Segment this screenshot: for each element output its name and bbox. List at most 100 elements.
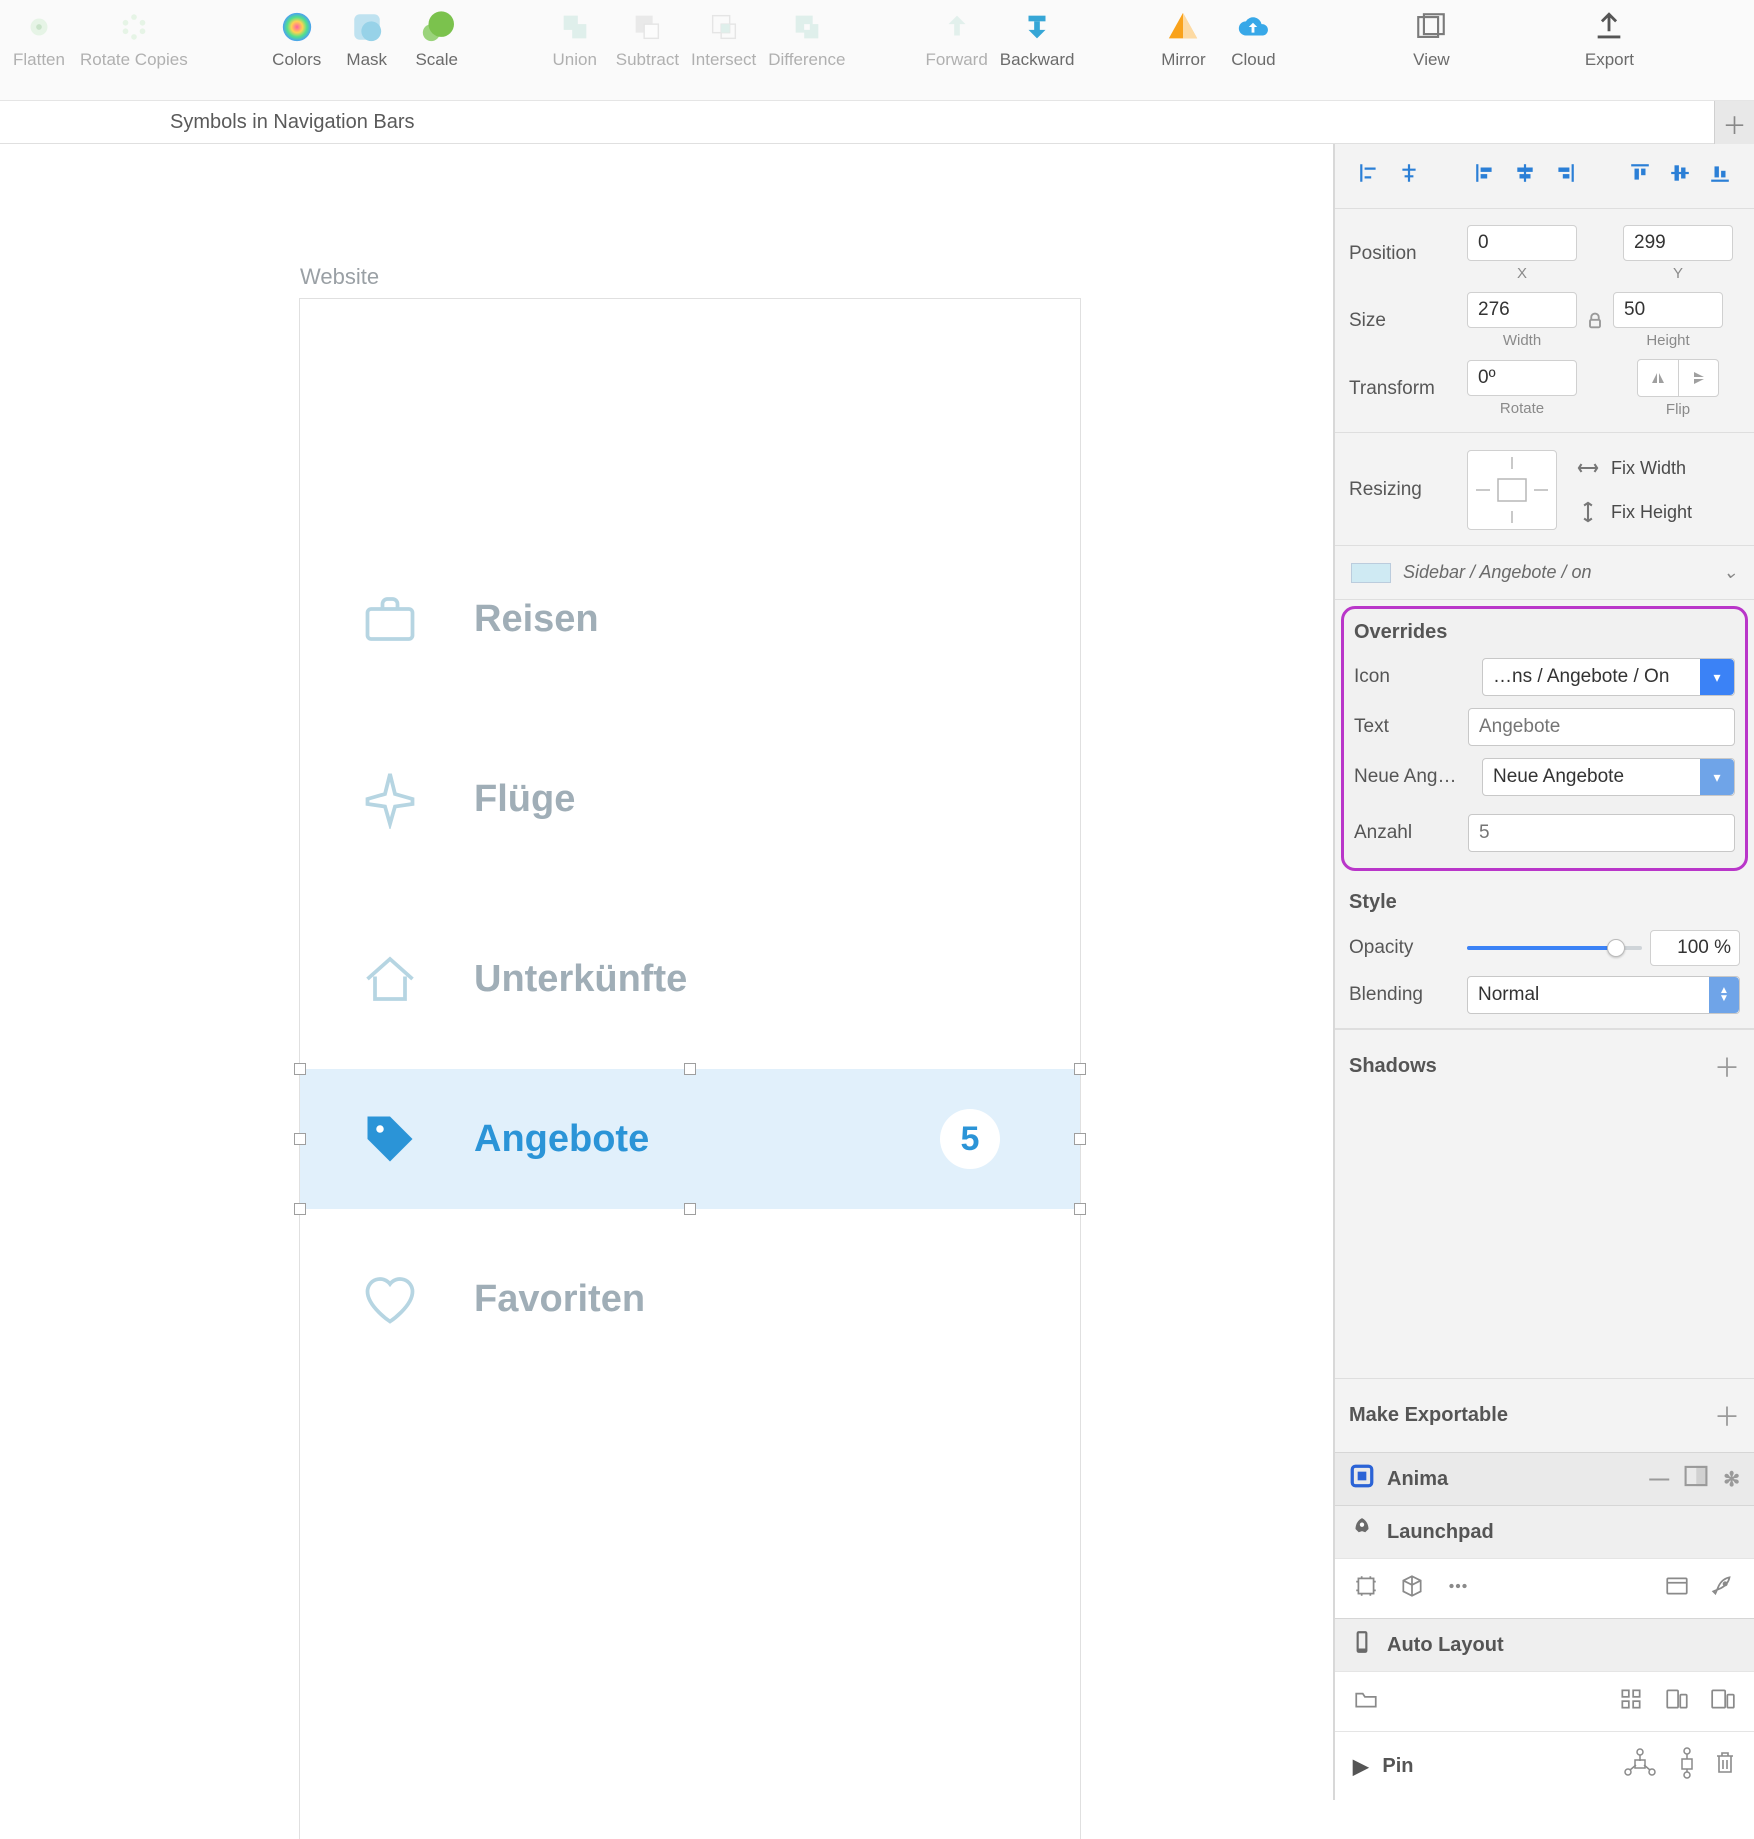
autolayout-panel-header[interactable]: Auto Layout bbox=[1335, 1618, 1754, 1671]
union-button[interactable]: Union bbox=[546, 10, 604, 90]
resizing-constraints-control[interactable] bbox=[1467, 450, 1557, 530]
canvas[interactable]: Website Reisen Flüge Unterkünfte Angebot… bbox=[0, 144, 1334, 1800]
override-icon-value: …ns / Angebote / On bbox=[1493, 666, 1669, 688]
override-icon-select[interactable]: …ns / Angebote / On ▾ bbox=[1482, 658, 1735, 696]
symbol-selector[interactable]: Sidebar / Angebote / on ⌄ bbox=[1349, 560, 1740, 585]
artboard-icon[interactable] bbox=[1353, 1573, 1379, 1604]
rotate-copies-button[interactable]: Rotate Copies bbox=[80, 10, 188, 90]
export-label: Export bbox=[1585, 50, 1634, 70]
mask-icon bbox=[350, 10, 384, 44]
more-icon[interactable] bbox=[1445, 1573, 1471, 1604]
forward-icon bbox=[940, 10, 974, 44]
nav-label: Unterkünfte bbox=[474, 958, 687, 1001]
browser-icon[interactable] bbox=[1664, 1573, 1690, 1604]
launchpad-panel-header[interactable]: Launchpad bbox=[1335, 1505, 1754, 1558]
panel-toggle-icon[interactable] bbox=[1683, 1463, 1709, 1495]
size-label: Size bbox=[1349, 310, 1459, 332]
flip-group bbox=[1637, 359, 1719, 397]
rocket-icon bbox=[1349, 1516, 1375, 1548]
breadcrumb[interactable]: Symbols in Navigation Bars bbox=[170, 111, 415, 134]
override-anzahl-input[interactable] bbox=[1468, 814, 1735, 852]
lock-aspect-icon[interactable] bbox=[1585, 311, 1605, 331]
blending-value: Normal bbox=[1478, 984, 1539, 1006]
difference-button[interactable]: Difference bbox=[768, 10, 845, 90]
fix-height-toggle[interactable]: Fix Height bbox=[1575, 493, 1692, 531]
override-text-input[interactable] bbox=[1468, 708, 1735, 746]
blending-select[interactable]: Normal▲▼ bbox=[1467, 976, 1740, 1014]
intersect-button[interactable]: Intersect bbox=[691, 10, 756, 90]
shadows-section-toggle[interactable]: Shadows ＋ bbox=[1335, 1029, 1754, 1103]
size-width-input[interactable] bbox=[1467, 292, 1577, 328]
plus-icon: ＋ bbox=[1714, 1048, 1740, 1085]
mirror-button[interactable]: Mirror bbox=[1154, 10, 1212, 90]
align-hcenter-button[interactable] bbox=[1389, 156, 1429, 190]
rocket-small-icon[interactable] bbox=[1710, 1573, 1736, 1604]
nav-item-unterkuenfte[interactable]: Unterkünfte bbox=[300, 889, 1080, 1069]
caret-down-icon: ▾ bbox=[1700, 659, 1734, 695]
opacity-slider[interactable] bbox=[1467, 946, 1642, 950]
flatten-button[interactable]: Flatten bbox=[10, 10, 68, 90]
view-button[interactable]: View bbox=[1402, 10, 1460, 90]
add-page-button[interactable]: ＋ bbox=[1714, 101, 1754, 145]
scale-icon bbox=[420, 10, 454, 44]
anima-panel-header[interactable]: Anima — ✻ bbox=[1335, 1452, 1754, 1505]
backward-button[interactable]: Backward bbox=[1000, 10, 1075, 90]
align-vcenter-button[interactable] bbox=[1660, 156, 1700, 190]
grid-icon[interactable] bbox=[1618, 1686, 1644, 1717]
align-bottom-button[interactable] bbox=[1700, 156, 1740, 190]
folder-icon[interactable] bbox=[1353, 1686, 1379, 1717]
flip-vertical-button[interactable] bbox=[1678, 360, 1718, 396]
export-button[interactable]: Export bbox=[1580, 10, 1638, 90]
pin-center-icon[interactable] bbox=[1674, 1746, 1700, 1786]
nav-item-fluege[interactable]: Flüge bbox=[300, 709, 1080, 889]
caret-down-icon: ▾ bbox=[1700, 759, 1734, 795]
nav-label: Reisen bbox=[474, 598, 599, 641]
align-left-edge-button[interactable] bbox=[1465, 156, 1505, 190]
backward-label: Backward bbox=[1000, 50, 1075, 70]
transform-label: Transform bbox=[1349, 378, 1459, 400]
fix-width-label: Fix Width bbox=[1611, 458, 1686, 479]
tablet-phone-icon[interactable] bbox=[1710, 1686, 1736, 1717]
symbol-section: Sidebar / Angebote / on ⌄ bbox=[1335, 546, 1754, 600]
devices-icon[interactable] bbox=[1664, 1686, 1690, 1717]
colors-icon bbox=[280, 10, 314, 44]
nav-item-angebote[interactable]: Angebote 5 bbox=[300, 1069, 1080, 1209]
cube-icon[interactable] bbox=[1399, 1573, 1425, 1604]
nav-item-favoriten[interactable]: Favoriten bbox=[300, 1209, 1080, 1389]
pin-section[interactable]: ▶ Pin bbox=[1335, 1731, 1754, 1800]
colors-button[interactable]: Colors bbox=[268, 10, 326, 90]
overrides-title: Overrides bbox=[1354, 621, 1735, 644]
position-y-input[interactable] bbox=[1623, 225, 1733, 261]
play-icon: ▶ bbox=[1353, 1754, 1368, 1779]
rotate-input[interactable] bbox=[1467, 360, 1577, 396]
pin-graph-icon[interactable] bbox=[1620, 1746, 1660, 1786]
nav-item-reisen[interactable]: Reisen bbox=[300, 529, 1080, 709]
badge-count: 5 bbox=[940, 1109, 1000, 1169]
align-left-button[interactable] bbox=[1349, 156, 1389, 190]
opacity-input[interactable] bbox=[1650, 930, 1740, 966]
size-height-input[interactable] bbox=[1613, 292, 1723, 328]
scale-button[interactable]: Scale bbox=[408, 10, 466, 90]
forward-button[interactable]: Forward bbox=[925, 10, 987, 90]
minimize-icon[interactable]: — bbox=[1649, 1468, 1669, 1491]
cloud-button[interactable]: Cloud bbox=[1224, 10, 1282, 90]
flatten-icon bbox=[22, 10, 56, 44]
flip-horizontal-button[interactable] bbox=[1638, 360, 1678, 396]
subtract-button[interactable]: Subtract bbox=[616, 10, 679, 90]
trash-icon[interactable] bbox=[1714, 1750, 1736, 1782]
anima-label: Anima bbox=[1387, 1468, 1448, 1491]
align-top-button[interactable] bbox=[1620, 156, 1660, 190]
resizing-section: Resizing Fix Width Fix Height bbox=[1335, 433, 1754, 546]
override-neue-select[interactable]: Neue Angebote▾ bbox=[1482, 758, 1735, 796]
blending-label: Blending bbox=[1349, 984, 1459, 1006]
artboard-title[interactable]: Website bbox=[300, 264, 379, 290]
artboard-website[interactable]: Reisen Flüge Unterkünfte Angebote 5 bbox=[300, 299, 1080, 1839]
align-right-edge-button[interactable] bbox=[1545, 156, 1585, 190]
gear-icon[interactable]: ✻ bbox=[1723, 1467, 1740, 1492]
position-x-input[interactable] bbox=[1467, 225, 1577, 261]
align-center-h-button[interactable] bbox=[1505, 156, 1545, 190]
make-exportable-toggle[interactable]: Make Exportable ＋ bbox=[1335, 1378, 1754, 1452]
mask-button[interactable]: Mask bbox=[338, 10, 396, 90]
cloud-icon bbox=[1236, 10, 1270, 44]
fix-width-toggle[interactable]: Fix Width bbox=[1575, 449, 1692, 487]
